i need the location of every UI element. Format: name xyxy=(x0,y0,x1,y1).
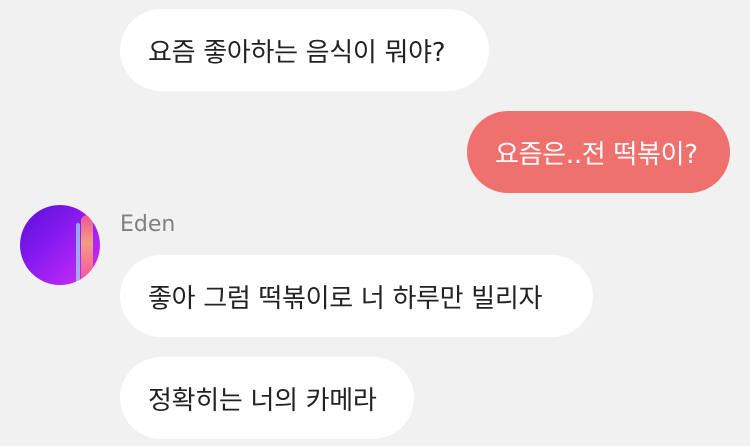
sender-name: Eden xyxy=(120,212,176,237)
incoming-message-bubble[interactable]: 좋아 그럼 떡볶이로 너 하루만 빌리자 xyxy=(120,255,593,337)
message-text: 좋아 그럼 떡볶이로 너 하루만 빌리자 xyxy=(148,283,543,314)
incoming-message-bubble[interactable]: 정확히는 너의 카메라 xyxy=(120,357,414,439)
message-text: 정확히는 너의 카메라 xyxy=(148,385,377,416)
incoming-message-bubble[interactable]: 요즘 좋아하는 음식이 뭐야? xyxy=(120,9,489,91)
avatar-photo-detail xyxy=(76,223,80,285)
message-text: 요즘은..전 떡볶이? xyxy=(495,139,698,170)
chat-thread: 요즘 좋아하는 음식이 뭐야? 요즘은..전 떡볶이? Eden 좋아 그럼 떡… xyxy=(0,0,750,446)
avatar-photo-detail xyxy=(81,215,93,285)
contact-avatar[interactable] xyxy=(20,205,100,285)
message-text: 요즘 좋아하는 음식이 뭐야? xyxy=(148,37,446,68)
outgoing-message-bubble[interactable]: 요즘은..전 떡볶이? xyxy=(467,111,730,193)
